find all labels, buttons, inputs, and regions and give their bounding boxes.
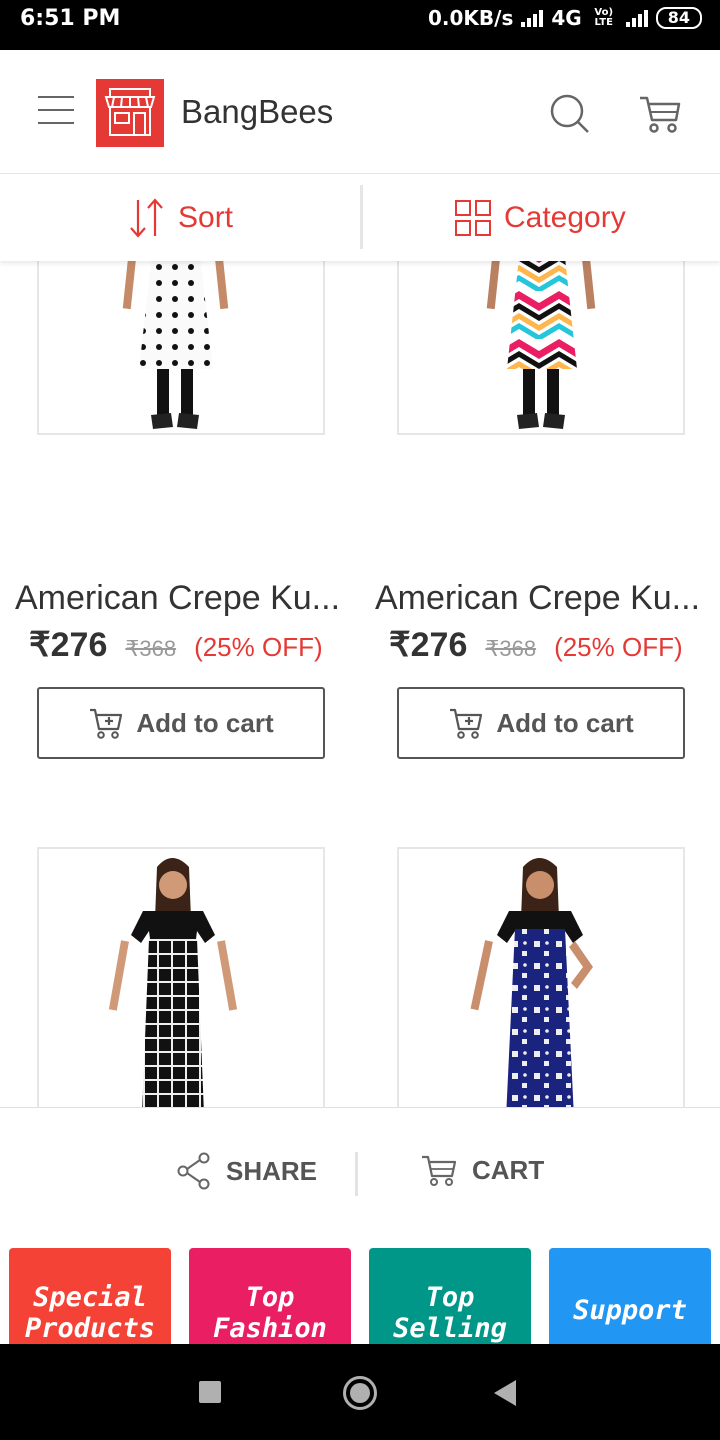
tile-label: Selling <box>393 1313 507 1344</box>
sort-button[interactable]: Sort <box>128 175 233 261</box>
tile-top-selling[interactable]: Top Selling <box>369 1248 531 1344</box>
tile-label: Special <box>33 1282 147 1313</box>
add-cart-icon <box>450 708 483 739</box>
product-name[interactable]: American Crepe Ku... <box>375 579 715 618</box>
volte-label: Vo) LTE <box>594 7 614 28</box>
product-grid: American Crepe Ku... ₹276 ₹368 (25% OFF)… <box>0 175 720 1107</box>
product-discount: (25% OFF) <box>554 632 683 662</box>
network-type: 4G <box>551 6 582 30</box>
app-screen: 6:51 PM 0.0KB/s 4G Vo) LTE 84 BangBees A… <box>0 0 720 1440</box>
cart-label: CART <box>472 1154 545 1185</box>
tile-label: Top <box>245 1282 295 1313</box>
back-icon[interactable] <box>494 1380 516 1406</box>
sort-label: Sort <box>178 201 234 234</box>
share-label: SHARE <box>226 1155 318 1186</box>
product-price: ₹276 <box>29 626 108 664</box>
add-cart-icon <box>90 708 123 739</box>
product-image[interactable] <box>37 847 325 1107</box>
product-image[interactable] <box>397 847 685 1107</box>
recents-icon[interactable] <box>199 1381 221 1403</box>
share-icon <box>177 1152 210 1190</box>
system-nav-bar <box>0 1344 720 1440</box>
hamburger-menu-icon[interactable] <box>38 96 74 124</box>
add-to-cart-button[interactable]: Add to cart <box>397 687 685 759</box>
action-bar: SHARE CART <box>0 1107 720 1237</box>
price-row: ₹276 ₹368 (25% OFF) <box>389 625 709 665</box>
battery-icon: 84 <box>655 7 702 29</box>
add-to-cart-label: Add to cart <box>136 707 274 738</box>
tile-label: Products <box>24 1313 156 1344</box>
sort-arrows-icon <box>130 198 163 238</box>
app-bar: BangBees <box>0 50 720 174</box>
quick-tiles: Special Products Top Fashion Top Selling Su… <box>0 1237 720 1344</box>
product-mrp: ₹368 <box>485 636 537 661</box>
category-button[interactable]: Category <box>454 175 626 261</box>
product-price: ₹276 <box>389 626 468 664</box>
add-to-cart-label: Add to cart <box>496 707 634 738</box>
search-icon[interactable] <box>548 92 592 136</box>
tile-label: Support <box>573 1294 687 1326</box>
storefront-icon[interactable] <box>96 79 164 147</box>
product-mrp: ₹368 <box>125 636 177 661</box>
status-time: 6:51 PM <box>20 6 121 31</box>
filter-divider <box>360 185 363 249</box>
grid-icon <box>455 200 491 236</box>
home-icon[interactable] <box>343 1376 377 1410</box>
cart-icon <box>422 1155 457 1186</box>
category-label: Category <box>504 201 626 234</box>
status-indicators: 0.0KB/s 4G Vo) LTE 84 <box>428 6 702 30</box>
tile-special-products[interactable]: Special Products <box>9 1248 171 1344</box>
app-title: BangBees <box>181 93 334 130</box>
status-bar: 6:51 PM 0.0KB/s 4G Vo) LTE 84 <box>0 0 720 50</box>
action-divider <box>355 1152 358 1196</box>
price-row: ₹276 ₹368 (25% OFF) <box>29 625 349 665</box>
filter-bar: Sort Category <box>0 175 720 261</box>
network-speed: 0.0KB/s <box>428 6 514 30</box>
cart-icon[interactable] <box>638 92 682 136</box>
tile-label: Top <box>425 1282 475 1313</box>
add-to-cart-button[interactable]: Add to cart <box>37 687 325 759</box>
signal-icon <box>521 9 544 27</box>
tile-label: Fashion <box>213 1313 327 1344</box>
tile-support[interactable]: Support <box>549 1248 711 1344</box>
cart-button[interactable]: CART <box>420 1152 544 1188</box>
product-name[interactable]: American Crepe Ku... <box>15 579 355 618</box>
share-button[interactable]: SHARE <box>176 1152 317 1190</box>
product-discount: (25% OFF) <box>194 632 323 662</box>
tile-top-fashion[interactable]: Top Fashion <box>189 1248 351 1344</box>
signal-icon-2 <box>625 9 648 27</box>
